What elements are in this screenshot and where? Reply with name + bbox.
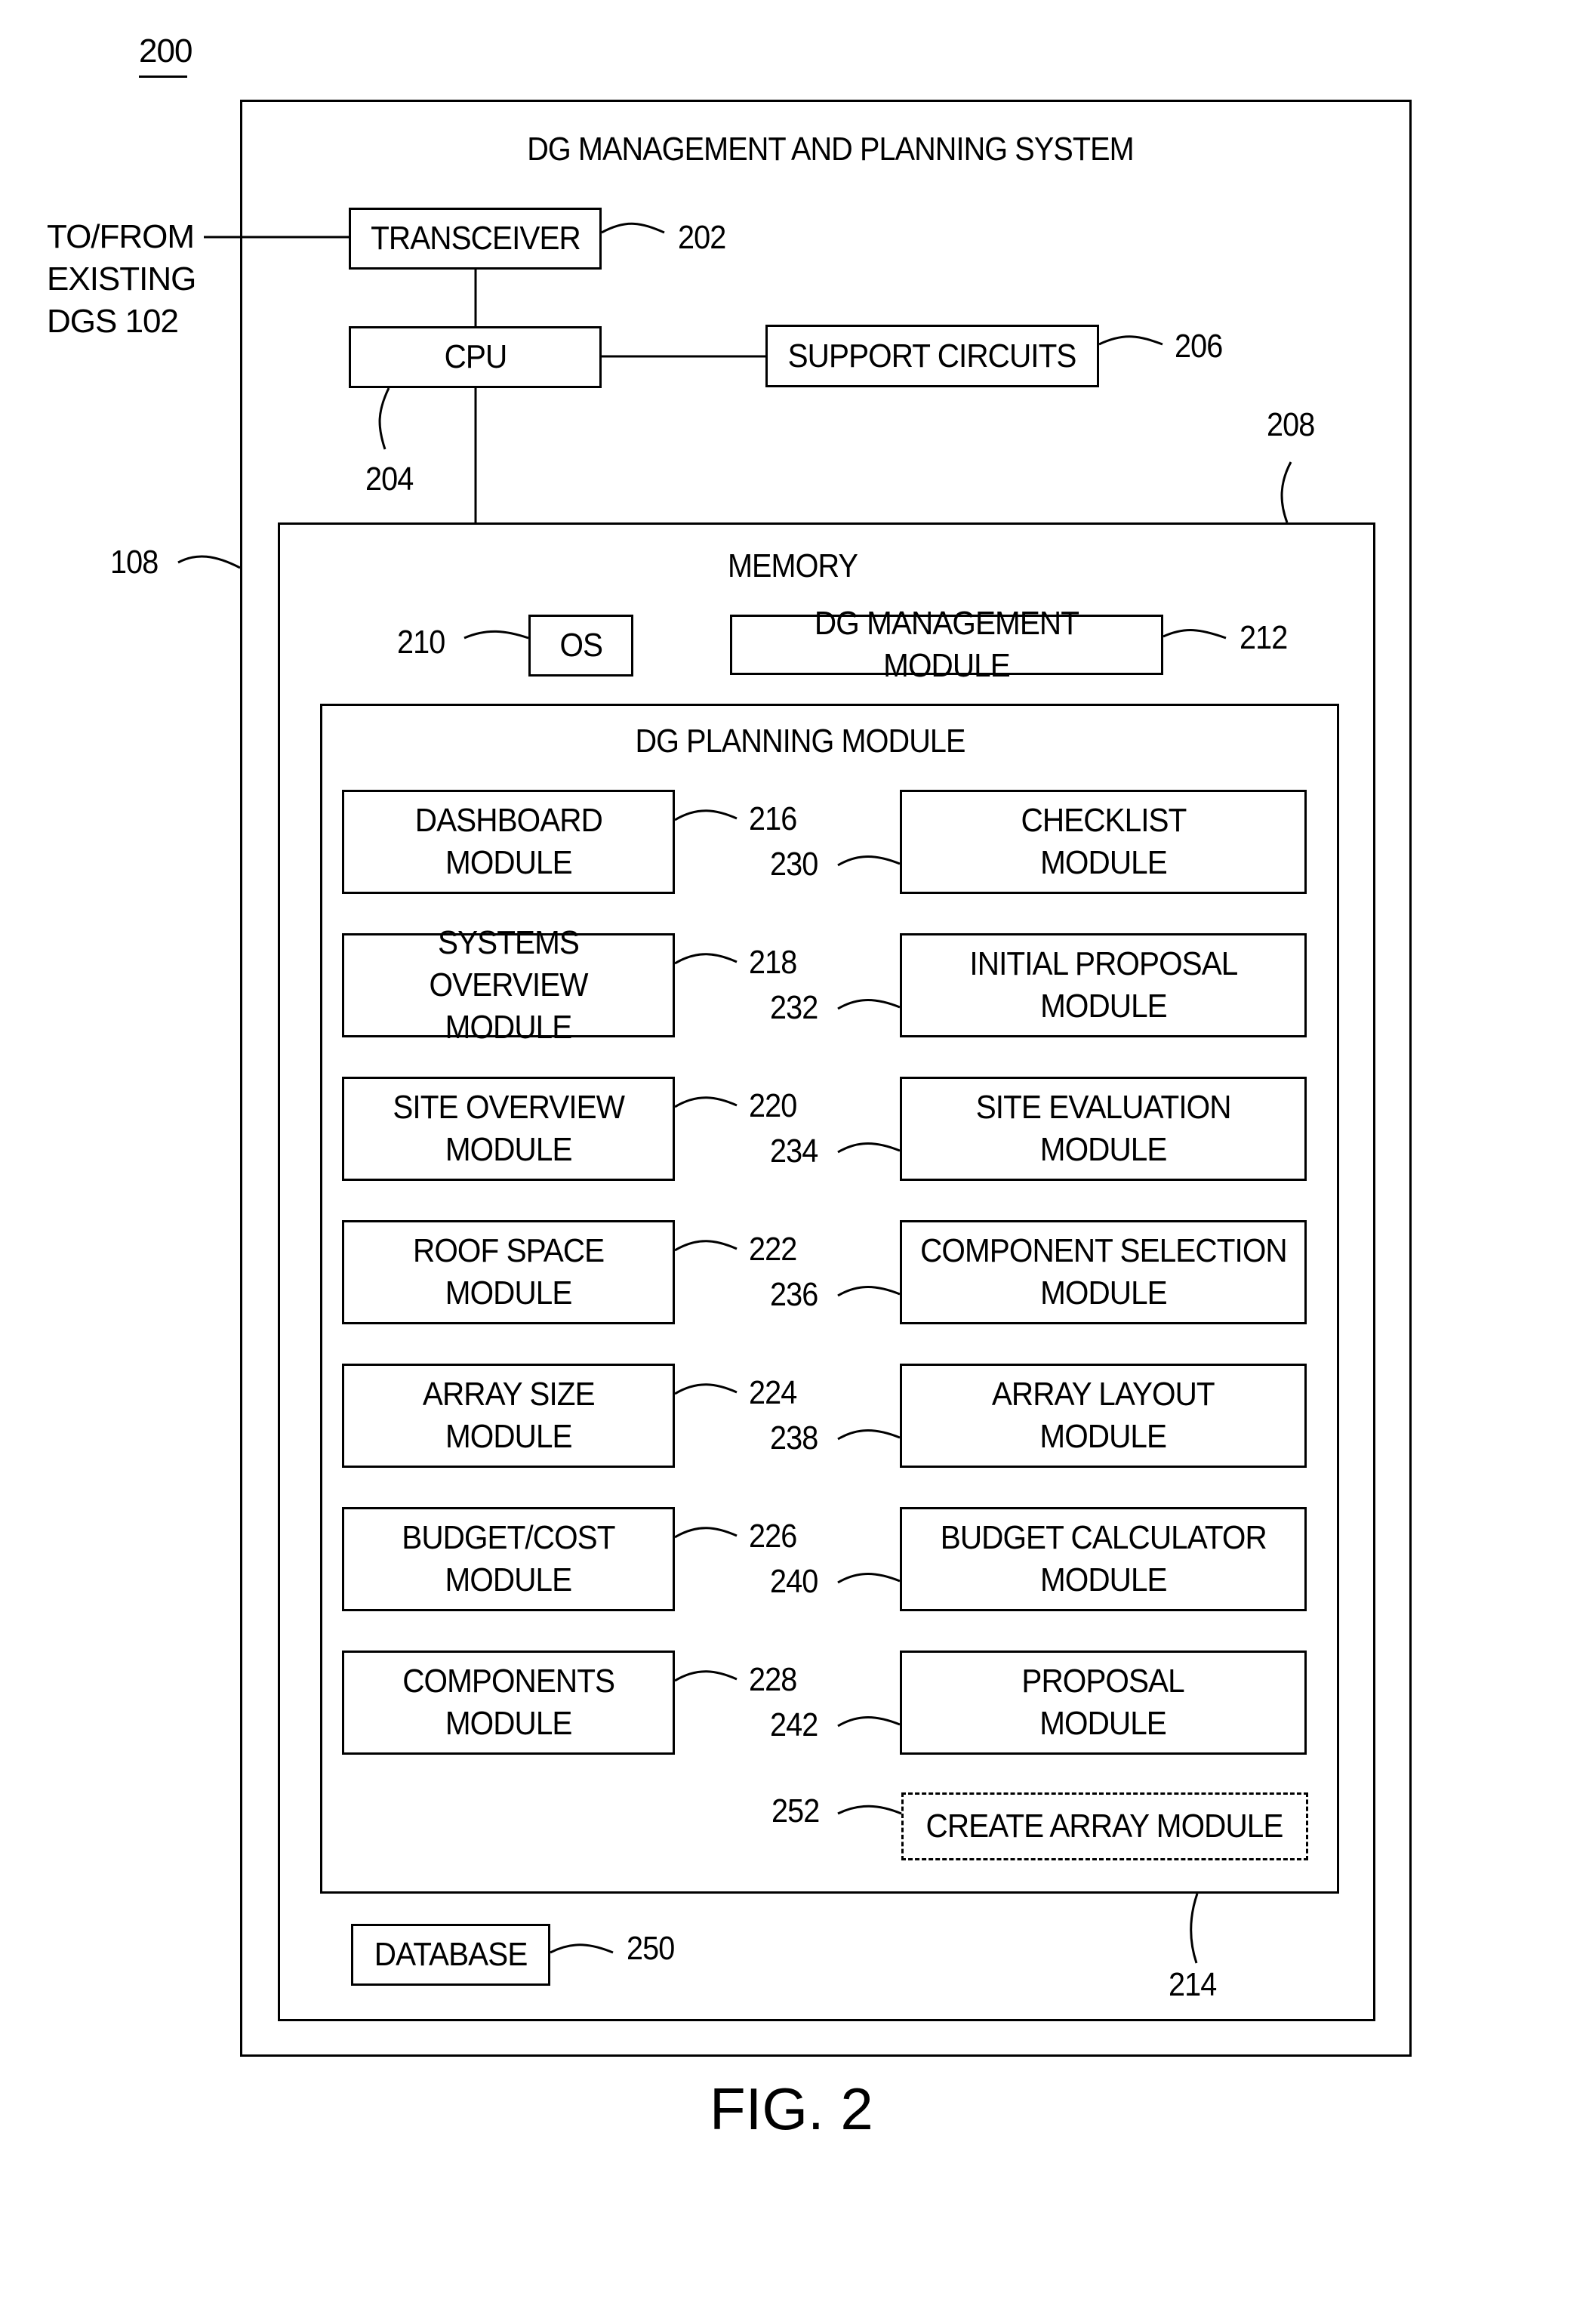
module-label: INITIAL PROPOSAL MODULE: [969, 945, 1238, 1025]
module-label: BUDGET/COST MODULE: [402, 1519, 615, 1598]
support-circuits-label: SUPPORT CIRCUITS: [788, 337, 1077, 374]
create-array-module-label: CREATE ARRAY MODULE: [926, 1808, 1284, 1845]
module-label: CHECKLIST MODULE: [1021, 802, 1187, 881]
module-box-right[interactable]: INITIAL PROPOSAL MODULE: [900, 933, 1307, 1037]
memory-title: MEMORY: [727, 547, 858, 584]
module-label: ROOF SPACE MODULE: [412, 1232, 605, 1311]
database-ref: 250: [627, 1930, 675, 1967]
cpu-ref: 204: [365, 461, 414, 498]
dg-management-module-ref: 212: [1240, 619, 1288, 656]
create-array-module-ref: 252: [771, 1792, 820, 1829]
module-ref-left: 228: [749, 1661, 797, 1698]
module-label: SITE OVERVIEW MODULE: [393, 1089, 625, 1168]
module-label: COMPONENT SELECTION MODULE: [919, 1232, 1288, 1311]
module-box-right[interactable]: COMPONENT SELECTION MODULE: [900, 1220, 1307, 1324]
module-ref-right: 230: [770, 846, 818, 883]
module-label: ARRAY LAYOUT MODULE: [992, 1376, 1215, 1455]
module-box-left[interactable]: DASHBOARD MODULE: [342, 790, 675, 894]
module-ref-left: 216: [749, 800, 797, 837]
os-box[interactable]: OS: [528, 615, 633, 677]
create-array-module-box[interactable]: CREATE ARRAY MODULE: [901, 1792, 1308, 1860]
module-box-left[interactable]: COMPONENTS MODULE: [342, 1651, 675, 1755]
database-box[interactable]: DATABASE: [351, 1924, 550, 1986]
module-ref-left: 222: [749, 1231, 797, 1268]
transceiver-ref: 202: [678, 219, 726, 256]
figure-number: 200: [139, 32, 192, 69]
module-box-right[interactable]: BUDGET CALCULATOR MODULE: [900, 1507, 1307, 1611]
system-title: DG MANAGEMENT AND PLANNING SYSTEM: [527, 131, 1134, 168]
module-ref-right: 232: [770, 989, 818, 1026]
module-box-left[interactable]: SITE OVERVIEW MODULE: [342, 1077, 675, 1181]
cpu-box[interactable]: CPU: [349, 326, 602, 388]
module-ref-right: 238: [770, 1419, 818, 1456]
os-ref: 210: [397, 624, 445, 661]
support-circuits-ref: 206: [1175, 328, 1223, 365]
module-label: SITE EVALUATION MODULE: [975, 1089, 1232, 1168]
module-label: COMPONENTS MODULE: [402, 1663, 615, 1742]
dg-planning-module-title: DG PLANNING MODULE: [635, 723, 965, 760]
support-circuits-box[interactable]: SUPPORT CIRCUITS: [765, 325, 1099, 387]
module-box-right[interactable]: CHECKLIST MODULE: [900, 790, 1307, 894]
memory-ref: 208: [1267, 406, 1315, 443]
module-ref-right: 240: [770, 1563, 818, 1600]
module-box-left[interactable]: SYSTEMS OVERVIEW MODULE: [342, 924, 675, 1046]
cpu-label: CPU: [444, 338, 507, 375]
transceiver-box[interactable]: TRANSCEIVER: [349, 208, 602, 270]
module-box-right[interactable]: PROPOSAL MODULE: [900, 1651, 1307, 1755]
module-ref-left: 226: [749, 1518, 797, 1555]
module-box-right[interactable]: ARRAY LAYOUT MODULE: [900, 1364, 1307, 1468]
dg-management-module-label: DG MANAGEMENT MODULE: [814, 605, 1079, 684]
module-ref-right: 242: [770, 1706, 818, 1743]
database-label: DATABASE: [374, 1936, 528, 1973]
module-ref-left: 224: [749, 1374, 797, 1411]
system-ref: 108: [110, 544, 159, 581]
transceiver-label: TRANSCEIVER: [370, 220, 581, 257]
module-box-right[interactable]: SITE EVALUATION MODULE: [900, 1077, 1307, 1181]
module-ref-left: 220: [749, 1087, 797, 1124]
module-label: DASHBOARD MODULE: [414, 802, 602, 881]
dg-planning-module-ref: 214: [1169, 1966, 1217, 2003]
figure-caption: FIG. 2: [710, 2076, 873, 2142]
module-label: BUDGET CALCULATOR MODULE: [940, 1519, 1267, 1598]
dg-management-module-box[interactable]: DG MANAGEMENT MODULE: [730, 605, 1163, 684]
module-box-left[interactable]: ROOF SPACE MODULE: [342, 1220, 675, 1324]
figure-number-underline: [139, 76, 187, 78]
module-label: SYSTEMS OVERVIEW MODULE: [429, 924, 588, 1046]
external-dgs-label: TO/FROM EXISTING DGS 102: [47, 218, 196, 340]
module-ref-right: 236: [770, 1276, 818, 1313]
module-box-left[interactable]: ARRAY SIZE MODULE: [342, 1364, 675, 1468]
module-label: PROPOSAL MODULE: [1021, 1663, 1185, 1742]
os-label: OS: [559, 627, 603, 664]
leader-108: [177, 555, 241, 569]
module-label: ARRAY SIZE MODULE: [422, 1376, 596, 1455]
module-ref-right: 234: [770, 1133, 818, 1170]
module-box-left[interactable]: BUDGET/COST MODULE: [342, 1507, 675, 1611]
module-ref-left: 218: [749, 944, 797, 981]
